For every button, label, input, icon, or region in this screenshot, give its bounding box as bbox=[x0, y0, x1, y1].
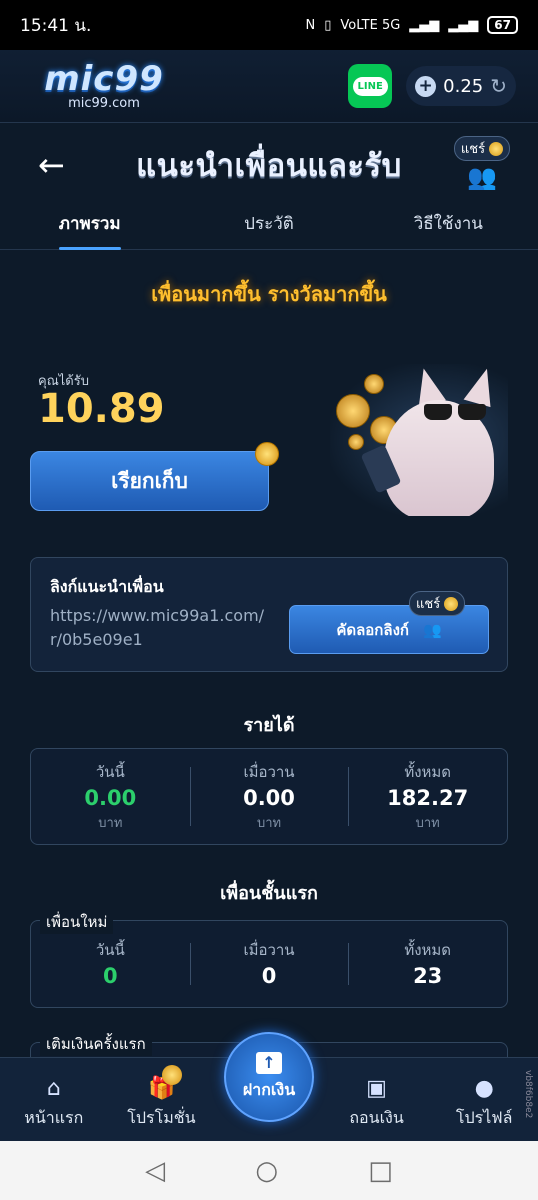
stat-label: วันนี้ bbox=[95, 763, 125, 781]
first-deposit-legend: เติมเงินครั้งแรก bbox=[40, 1032, 152, 1056]
plus-icon[interactable]: + bbox=[415, 75, 437, 97]
logo-mark: mic99 bbox=[44, 59, 164, 99]
income-stats: วันนี้ 0.00 บาท เมื่อวาน 0.00 บาท ทั้งหม… bbox=[30, 748, 508, 845]
signal-icon: ▂▄▆ bbox=[409, 17, 440, 33]
reward-amount: 10.89 bbox=[38, 386, 165, 432]
referral-page: 15:41 น. N ▯ VoLTE 5G ▂▄▆ ▂▄▆ 67 mic99 m… bbox=[0, 0, 538, 1200]
share-button[interactable]: แชร์ 👥 bbox=[452, 136, 512, 191]
referral-link-url[interactable]: https://www.mic99a1.com/r/0b5e09e1 bbox=[50, 604, 265, 652]
network-label: VoLTE 5G bbox=[340, 17, 401, 33]
income-total: ทั้งหมด 182.27 บาท bbox=[348, 760, 507, 833]
nfc-icon: N bbox=[305, 17, 316, 33]
referral-link-title: ลิงก์แนะนำเพื่อน bbox=[50, 577, 164, 596]
cat-ear bbox=[463, 364, 501, 408]
coin-icon bbox=[444, 596, 459, 611]
new-friends-yesterday: เมื่อวาน 0 bbox=[189, 938, 349, 990]
share-label: แชร์ bbox=[416, 597, 441, 612]
nav-label: ถอนเงิน bbox=[349, 1107, 404, 1127]
stat-label: เมื่อวาน bbox=[243, 941, 295, 959]
stat-value: 0 bbox=[261, 964, 277, 988]
share-badge: แชร์ bbox=[409, 591, 466, 616]
profile-icon: ● bbox=[474, 1075, 494, 1101]
tab-bar: ภาพรวม ประวัติ วิธีใช้งาน bbox=[0, 206, 538, 250]
nav-home[interactable]: ⌂ หน้าแรก bbox=[0, 1058, 108, 1141]
income-today: วันนี้ 0.00 บาท bbox=[31, 760, 190, 833]
deposit-button[interactable]: ↑ ฝากเงิน bbox=[224, 1032, 314, 1122]
nav-label: โปรไฟล์ bbox=[455, 1107, 513, 1127]
nav-withdraw[interactable]: ▣ ถอนเงิน bbox=[323, 1058, 431, 1141]
coin-icon bbox=[255, 442, 279, 466]
new-friends-total: ทั้งหมด 23 bbox=[348, 938, 507, 990]
status-icons: N ▯ VoLTE 5G ▂▄▆ ▂▄▆ 67 bbox=[305, 16, 518, 34]
new-friends-legend: เพื่อนใหม่ bbox=[40, 910, 114, 934]
deposit-icon: ↑ bbox=[256, 1051, 282, 1074]
copy-link-label: คัดลอกลิงก์ bbox=[336, 620, 409, 639]
stat-unit: บาท bbox=[256, 816, 282, 831]
battery-icon: 67 bbox=[487, 16, 518, 34]
stat-label: ทั้งหมด bbox=[404, 763, 452, 781]
claim-button[interactable]: เรียกเก็บ bbox=[30, 451, 269, 511]
vibrate-icon: ▯ bbox=[324, 17, 332, 33]
coin-icon bbox=[364, 374, 384, 394]
back-triangle-icon[interactable]: ◁ bbox=[145, 1156, 165, 1186]
promo-headline: เพื่อนมากขึ้น รางวัลมากขึ้น bbox=[151, 282, 387, 306]
stat-value: 0 bbox=[103, 964, 118, 988]
referral-link-card: ลิงก์แนะนำเพื่อน https://www.mic99a1.com… bbox=[30, 557, 508, 672]
status-time: 15:41 น. bbox=[20, 15, 92, 36]
share-label: แชร์ bbox=[460, 142, 486, 157]
nav-label: หน้าแรก bbox=[24, 1107, 84, 1127]
line-button[interactable]: LINE bbox=[348, 64, 393, 108]
stat-label: วันนี้ bbox=[95, 941, 125, 959]
coin-icon bbox=[162, 1065, 182, 1085]
signal-icon-2: ▂▄▆ bbox=[448, 17, 479, 33]
stat-label: ทั้งหมด bbox=[404, 941, 452, 959]
wallet-icon: ▣ bbox=[366, 1075, 387, 1101]
recents-square-icon[interactable]: □ bbox=[368, 1156, 393, 1186]
share-badge: แชร์ bbox=[453, 136, 511, 161]
income-title: รายได้ bbox=[243, 715, 295, 736]
coin-icon bbox=[336, 394, 370, 428]
income-yesterday: เมื่อวาน 0.00 บาท bbox=[189, 760, 349, 833]
app-header: mic99 mic99.com LINE + 0.25 ↻ bbox=[0, 50, 538, 123]
system-nav-bar: ◁ ○ □ bbox=[0, 1141, 538, 1200]
stat-label: เมื่อวาน bbox=[243, 763, 295, 781]
people-icon: 👥 bbox=[422, 620, 442, 639]
cat-illustration bbox=[330, 364, 508, 516]
stat-unit: บาท bbox=[98, 816, 123, 831]
coin-icon bbox=[348, 434, 364, 450]
home-circle-icon[interactable]: ○ bbox=[255, 1156, 278, 1186]
home-icon: ⌂ bbox=[46, 1075, 61, 1101]
nav-promotions[interactable]: 🎁 โปรโมชั่น bbox=[108, 1058, 216, 1141]
deposit-label: ฝากเงิน bbox=[242, 1079, 296, 1099]
stat-value: 0.00 bbox=[84, 786, 137, 810]
people-icon: 👥 bbox=[467, 163, 497, 191]
tab-overview[interactable]: ภาพรวม bbox=[0, 206, 179, 250]
nav-label: โปรโมชั่น bbox=[127, 1107, 196, 1127]
stat-value: 0.00 bbox=[243, 786, 295, 810]
tab-how-to[interactable]: วิธีใช้งาน bbox=[359, 206, 538, 249]
refresh-icon[interactable]: ↻ bbox=[490, 74, 507, 98]
line-icon: LINE bbox=[352, 76, 388, 96]
title-bar: ← แนะนำเพื่อนและรับ แชร์ 👥 bbox=[0, 124, 538, 206]
back-arrow-icon[interactable]: ← bbox=[38, 146, 65, 184]
stat-value: 182.27 bbox=[387, 786, 469, 810]
version-tag: vb8f6b8e2 bbox=[523, 1070, 533, 1119]
balance-widget[interactable]: + 0.25 ↻ bbox=[406, 66, 516, 106]
balance-value: 0.25 bbox=[443, 75, 484, 97]
coin-icon bbox=[489, 141, 504, 156]
stat-value: 23 bbox=[413, 964, 443, 988]
new-friends-today: วันนี้ 0 bbox=[31, 938, 190, 990]
logo-domain: mic99.com bbox=[68, 96, 140, 111]
nav-profile[interactable]: ● โปรไฟล์ bbox=[430, 1058, 538, 1141]
site-logo[interactable]: mic99 mic99.com bbox=[30, 61, 178, 111]
sunglasses-icon bbox=[424, 404, 486, 420]
tab-history[interactable]: ประวัติ bbox=[179, 206, 358, 249]
stat-unit: บาท bbox=[415, 816, 440, 831]
first-tier-title: เพื่อนชั้นแรก bbox=[220, 883, 318, 904]
status-bar: 15:41 น. N ▯ VoLTE 5G ▂▄▆ ▂▄▆ 67 bbox=[0, 0, 538, 50]
